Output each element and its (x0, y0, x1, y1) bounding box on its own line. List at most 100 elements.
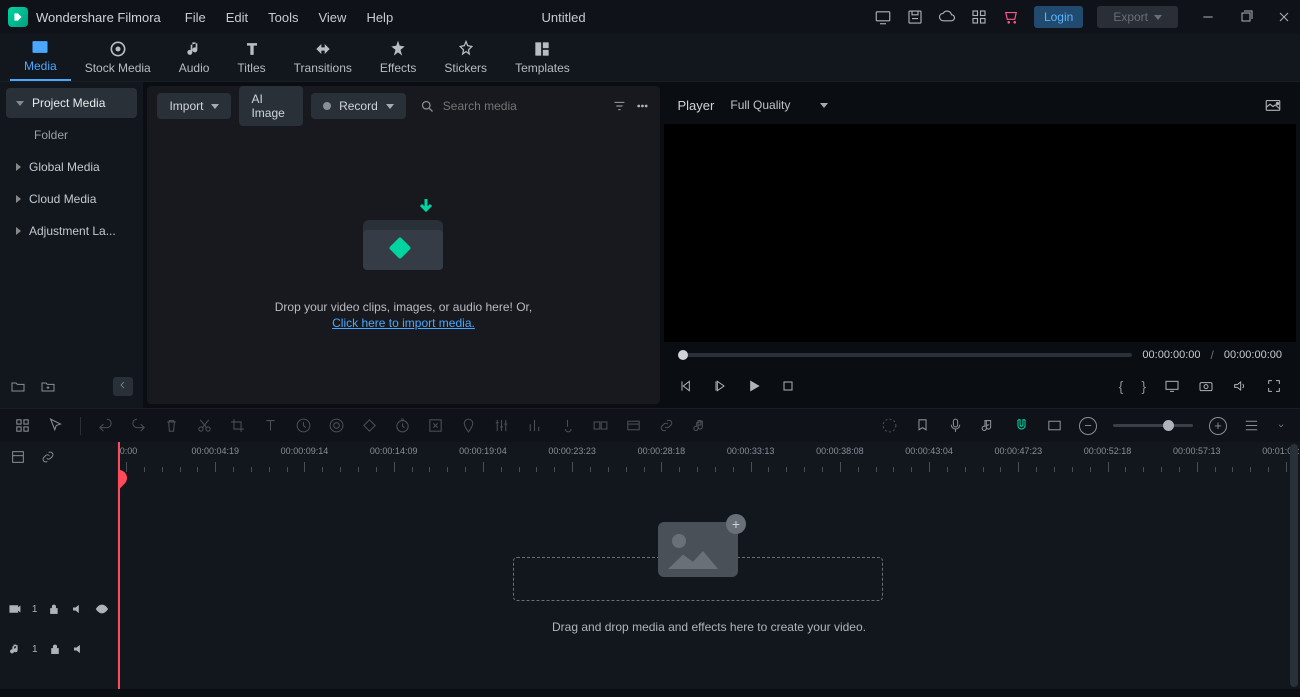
layout-icon[interactable] (10, 449, 26, 465)
zoom-handle[interactable] (1163, 420, 1174, 431)
audio-track-header[interactable]: 1 (0, 629, 117, 669)
tab-transitions[interactable]: Transitions (280, 35, 366, 81)
auto-button[interactable] (881, 417, 898, 434)
cloud-icon[interactable] (938, 8, 956, 26)
scrub-track[interactable] (678, 353, 1133, 357)
settings-caret-icon[interactable] (1276, 417, 1286, 434)
speed-button[interactable] (295, 417, 312, 434)
lock-icon[interactable] (47, 602, 61, 616)
link-toggle-icon[interactable] (40, 449, 56, 465)
zoom-slider[interactable] (1113, 424, 1193, 427)
minimize-button[interactable] (1200, 9, 1216, 25)
cart-icon[interactable] (1002, 8, 1020, 26)
tab-label: Templates (515, 61, 570, 75)
render-button[interactable] (625, 417, 642, 434)
group-button[interactable] (592, 417, 609, 434)
sidebar-item-project-media[interactable]: Project Media (6, 88, 137, 118)
zoom-in-button[interactable]: + (1209, 417, 1227, 435)
maximize-button[interactable] (1238, 9, 1254, 25)
tab-titles[interactable]: Titles (223, 35, 279, 81)
import-button[interactable]: Import (157, 93, 231, 119)
sidebar-item-folder[interactable]: Folder (6, 120, 137, 150)
sidebar-item-global-media[interactable]: Global Media (6, 152, 137, 182)
marker-add-button[interactable] (914, 417, 931, 434)
timeline-body[interactable]: + Drag and drop media and effects here t… (118, 472, 1300, 689)
link-button[interactable] (658, 417, 675, 434)
mark-out-button[interactable]: } (1141, 378, 1146, 394)
timeline-tracks[interactable]: 00:0000:00:04:1900:00:09:1400:00:14:0900… (118, 442, 1300, 689)
new-folder-icon[interactable] (40, 379, 56, 395)
mute-icon[interactable] (71, 602, 85, 616)
crop-button[interactable] (229, 417, 246, 434)
volume-icon[interactable] (1232, 378, 1248, 394)
tab-templates[interactable]: Templates (501, 35, 584, 81)
folder-icon[interactable] (10, 379, 26, 395)
ai-image-button[interactable]: AI Image (239, 86, 303, 126)
collapse-sidebar-button[interactable] (113, 377, 133, 396)
media-drop-zone[interactable]: Drop your video clips, images, or audio … (147, 126, 659, 404)
playhead[interactable] (118, 442, 120, 689)
voice-button[interactable] (559, 417, 576, 434)
list-view-button[interactable] (1243, 417, 1260, 434)
cursor-icon[interactable] (47, 417, 64, 434)
keyframe-button[interactable] (361, 417, 378, 434)
save-icon[interactable] (906, 8, 924, 26)
lock-icon[interactable] (48, 642, 62, 656)
grid-icon[interactable] (14, 417, 31, 434)
adjust-button[interactable] (493, 417, 510, 434)
zoom-out-button[interactable]: − (1079, 417, 1097, 435)
tab-media[interactable]: Media (10, 33, 71, 81)
sidebar-item-label: Cloud Media (29, 192, 96, 206)
export-button[interactable]: Export (1097, 6, 1178, 28)
step-back-button[interactable] (712, 378, 728, 394)
delete-button[interactable] (163, 417, 180, 434)
cut-button[interactable] (196, 417, 213, 434)
import-media-link[interactable]: Click here to import media. (332, 316, 475, 330)
audio-track-button[interactable] (980, 417, 997, 434)
video-track-header[interactable]: 1 (0, 589, 117, 629)
timeline-ruler[interactable]: 00:0000:00:04:1900:00:09:1400:00:14:0900… (118, 442, 1300, 472)
timeline-scrollbar[interactable] (1290, 444, 1298, 687)
menu-file[interactable]: File (185, 10, 206, 25)
magnet-button[interactable] (1013, 417, 1030, 434)
duration-button[interactable] (394, 417, 411, 434)
apps-icon[interactable] (970, 8, 988, 26)
tab-stock-media[interactable]: Stock Media (71, 35, 165, 81)
play-button[interactable] (746, 378, 762, 394)
preview-video[interactable] (664, 124, 1297, 342)
close-button[interactable] (1276, 9, 1292, 25)
undo-button[interactable] (97, 417, 114, 434)
more-options-icon[interactable] (635, 97, 650, 115)
mark-in-button[interactable]: { (1119, 378, 1124, 394)
audio-mixer-button[interactable] (526, 417, 543, 434)
display-icon[interactable] (1164, 378, 1180, 394)
color-button[interactable] (328, 417, 345, 434)
search-input[interactable] (443, 99, 598, 113)
tab-stickers[interactable]: Stickers (430, 35, 501, 81)
stop-button[interactable] (780, 378, 796, 394)
scrub-handle[interactable] (678, 350, 688, 360)
detach-button[interactable] (427, 417, 444, 434)
login-button[interactable]: Login (1034, 6, 1083, 28)
marker-button[interactable] (460, 417, 477, 434)
mute-icon[interactable] (72, 642, 86, 656)
visibility-icon[interactable] (95, 602, 109, 616)
camera-icon[interactable] (1198, 378, 1214, 394)
sidebar-item-adjustment-layer[interactable]: Adjustment La... (6, 216, 137, 246)
music-button[interactable] (691, 417, 708, 434)
tab-effects[interactable]: Effects (366, 35, 430, 81)
text-button[interactable] (262, 417, 279, 434)
sidebar-item-cloud-media[interactable]: Cloud Media (6, 184, 137, 214)
view-button[interactable] (1046, 417, 1063, 434)
record-button[interactable]: Record (311, 93, 406, 119)
quality-dropdown[interactable]: Full Quality (730, 98, 828, 112)
screen-icon[interactable] (874, 8, 892, 26)
menu-edit[interactable]: Edit (226, 10, 248, 25)
filter-icon[interactable] (612, 97, 627, 115)
snapshot-icon[interactable] (1264, 96, 1282, 114)
prev-frame-button[interactable] (678, 378, 694, 394)
redo-button[interactable] (130, 417, 147, 434)
fullscreen-icon[interactable] (1266, 378, 1282, 394)
tab-audio[interactable]: Audio (165, 35, 224, 81)
mic-button[interactable] (947, 417, 964, 434)
